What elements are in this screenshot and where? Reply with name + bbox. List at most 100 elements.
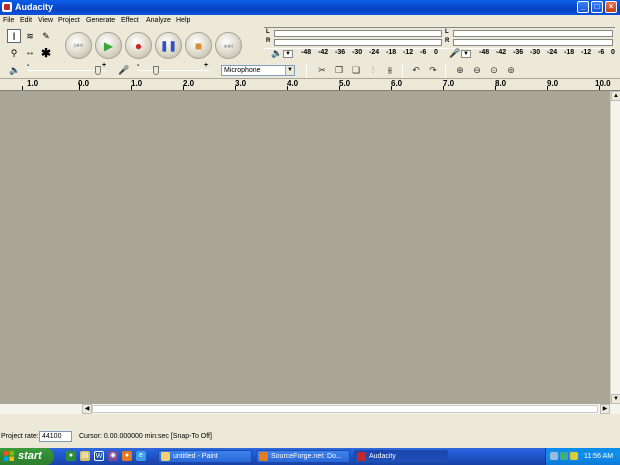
play-button[interactable]: ▶ xyxy=(95,32,122,59)
ruler-label: 2.0 xyxy=(183,79,195,88)
network-icon[interactable] xyxy=(550,452,558,460)
output-meter[interactable]: L R xyxy=(264,27,444,49)
ruler-label: 7.0 xyxy=(443,79,455,88)
menu-view[interactable]: View xyxy=(38,16,53,26)
menu-generate[interactable]: Generate xyxy=(86,16,115,26)
menu-file[interactable]: File xyxy=(3,16,14,26)
output-meter-right-bar xyxy=(274,39,442,46)
ruler-label: 4.0 xyxy=(287,79,299,88)
output-slider-min: - xyxy=(27,62,30,69)
zoom-tool-icon[interactable]: ⚲ xyxy=(7,46,21,60)
ruler-label: 9.0 xyxy=(547,79,559,88)
stop-button[interactable]: ■ xyxy=(185,32,212,59)
audacity-app-icon[interactable] xyxy=(2,2,12,12)
menu-bar: File Edit View Project Generate Effect A… xyxy=(0,15,620,27)
menu-effect[interactable]: Effect xyxy=(121,16,139,26)
timeshift-tool-icon[interactable]: ↔ xyxy=(23,46,37,60)
volume-icon[interactable] xyxy=(570,452,578,460)
zoom-in-icon[interactable]: ⊕ xyxy=(453,64,467,76)
multi-tool-icon[interactable]: ✱ xyxy=(39,46,53,60)
fit-selection-icon[interactable]: ⊙ xyxy=(487,64,501,76)
close-button[interactable]: × xyxy=(605,1,617,13)
start-button[interactable]: start xyxy=(0,448,54,465)
pause-button[interactable]: ❚❚ xyxy=(155,32,182,59)
fit-project-icon[interactable]: ⊚ xyxy=(504,64,518,76)
paste-icon[interactable]: ❏ xyxy=(349,64,363,76)
scroll-up-icon[interactable]: ▲ xyxy=(611,91,620,101)
output-scale-label: -36 xyxy=(335,49,346,56)
track-panel[interactable] xyxy=(0,91,610,404)
trim-icon[interactable]: ⫶ xyxy=(366,64,380,76)
firefox-icon xyxy=(259,452,268,461)
task-sourceforge[interactable]: SourceForge.net: Do... xyxy=(256,450,350,463)
vertical-scrollbar[interactable]: ▲ ▼ xyxy=(610,91,620,404)
undo-icon[interactable]: ↶ xyxy=(409,64,423,76)
chevron-down-icon[interactable]: ▼ xyxy=(285,66,294,75)
menu-edit[interactable]: Edit xyxy=(20,16,32,26)
skip-end-button[interactable]: ⏭ xyxy=(215,32,242,59)
ruler-label: 5.0 xyxy=(339,79,351,88)
menu-analyze[interactable]: Analyze xyxy=(146,16,171,26)
menu-help[interactable]: Help xyxy=(176,16,190,26)
task-label: untitled - Paint xyxy=(173,453,218,460)
output-volume-icon: 🔈 xyxy=(9,65,21,75)
firefox-icon[interactable]: ● xyxy=(122,451,132,461)
redo-icon[interactable]: ↷ xyxy=(426,64,440,76)
meter-right-label: R xyxy=(445,38,450,44)
project-rate-field[interactable]: 44100 xyxy=(39,431,72,442)
scroll-left-icon[interactable]: ◀ xyxy=(82,404,92,414)
scroll-down-icon[interactable]: ▼ xyxy=(611,394,620,404)
output-meter-left-bar xyxy=(274,30,442,37)
draw-tool-icon[interactable]: ✎ xyxy=(39,29,53,43)
silence-icon[interactable]: ⫵ xyxy=(383,64,397,76)
skip-start-button[interactable]: ⏮ xyxy=(65,32,92,59)
task-audacity[interactable]: Audacity xyxy=(354,450,448,463)
input-meter-dropdown-icon[interactable]: ▼ xyxy=(461,50,471,58)
horizontal-scrollbar[interactable]: ◀ ▶ xyxy=(0,404,620,414)
menu-project[interactable]: Project xyxy=(58,16,80,26)
input-scale-label: 0 xyxy=(611,49,615,56)
windows-taskbar: start ● ▤ W ◉ ● e untitled - Paint Sourc… xyxy=(0,448,620,465)
quicklaunch-icon[interactable]: W xyxy=(94,451,104,461)
envelope-tool-icon[interactable]: ≋ xyxy=(23,29,37,43)
quicklaunch-icon[interactable]: ▤ xyxy=(80,451,90,461)
internet-explorer-icon[interactable]: e xyxy=(136,451,146,461)
quicklaunch-icon[interactable]: ◉ xyxy=(108,451,118,461)
speaker-icon: 🔈 xyxy=(271,48,283,58)
paint-icon xyxy=(161,452,170,461)
output-meter-dropdown-icon[interactable]: ▼ xyxy=(283,50,293,58)
meter-left-label: L xyxy=(266,29,270,35)
input-scale-label: -42 xyxy=(496,49,507,56)
status-line: Project rate: 44100 Cursor: 0.00.000000 … xyxy=(0,430,620,444)
input-volume-thumb[interactable] xyxy=(153,66,159,75)
output-volume-thumb[interactable] xyxy=(95,66,101,75)
toolbar-separator xyxy=(402,64,403,78)
maximize-button[interactable]: □ xyxy=(591,1,603,13)
ruler-label: 0.0 xyxy=(78,79,90,88)
minimize-button[interactable]: _ xyxy=(577,1,589,13)
input-meter-right-bar xyxy=(453,39,613,46)
project-rate-label: Project rate: xyxy=(1,433,39,440)
copy-icon[interactable]: ❐ xyxy=(332,64,346,76)
input-meter[interactable]: L R xyxy=(443,27,615,49)
output-scale-label: -48 xyxy=(301,49,312,56)
tray-icon[interactable] xyxy=(560,452,568,460)
toolbar-separator xyxy=(306,64,307,78)
record-button[interactable]: ● xyxy=(125,32,152,59)
input-source-select[interactable]: Microphone ▼ xyxy=(221,65,295,76)
cut-icon[interactable]: ✂ xyxy=(315,64,329,76)
title-bar: Audacity _ □ × xyxy=(0,0,620,15)
horizontal-scroll-thumb[interactable] xyxy=(92,405,598,413)
output-scale-label: -6 xyxy=(420,49,427,56)
ruler-label: 1.0 xyxy=(131,79,143,88)
timeline-ruler[interactable]: 1.0 0.0 1.0 2.0 3.0 4.0 5.0 6.0 7.0 8.0 … xyxy=(0,79,620,91)
selection-tool-icon[interactable]: I xyxy=(7,29,21,43)
task-paint[interactable]: untitled - Paint xyxy=(158,450,252,463)
audacity-icon xyxy=(357,452,366,461)
status-bar: Project rate: 44100 Cursor: 0.00.000000 … xyxy=(0,414,620,448)
scroll-right-icon[interactable]: ▶ xyxy=(600,404,610,414)
zoom-out-icon[interactable]: ⊖ xyxy=(470,64,484,76)
input-volume-slider[interactable] xyxy=(137,70,209,71)
input-slider-max: + xyxy=(204,62,209,69)
quicklaunch-icon[interactable]: ● xyxy=(66,451,76,461)
